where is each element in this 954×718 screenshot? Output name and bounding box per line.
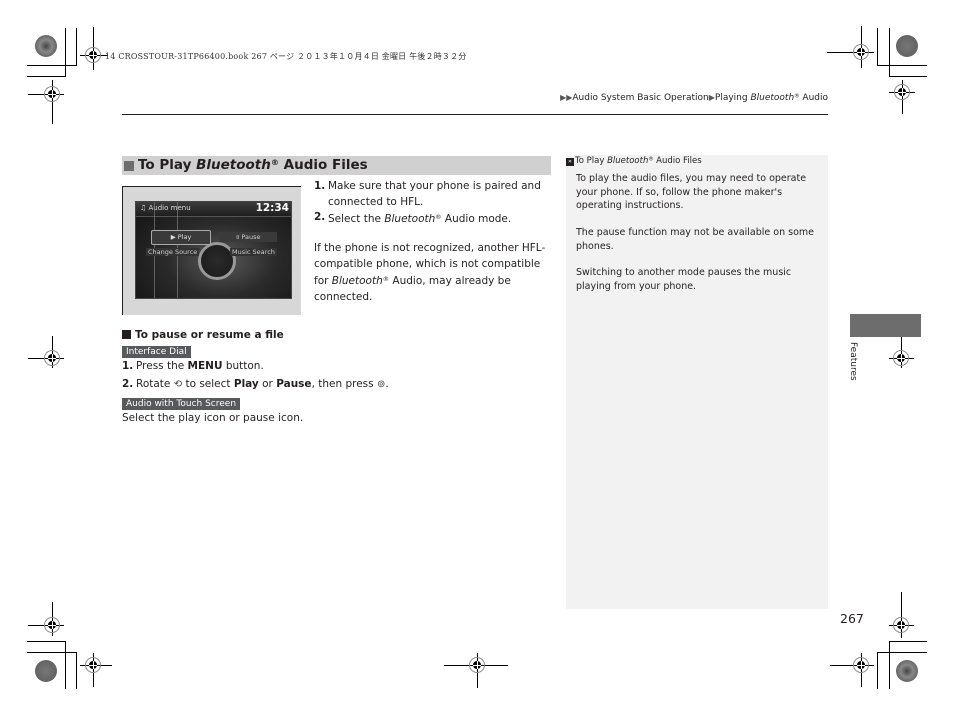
crop-mark xyxy=(889,76,927,77)
square-bullet-icon xyxy=(122,330,131,339)
section-square-icon xyxy=(124,160,134,171)
touch-instruction: Select the play icon or pause icon. xyxy=(122,412,304,424)
change-source-button[interactable]: Change Source xyxy=(146,248,200,256)
breadcrumb-tail: Audio xyxy=(799,93,828,103)
section-title-text: Audio Files xyxy=(278,157,368,174)
step-text: Make sure that your phone is paired and … xyxy=(328,180,541,208)
step-text: or xyxy=(258,377,277,390)
play-ref: Play xyxy=(233,377,259,390)
crop-mark xyxy=(76,652,77,689)
crop-mark xyxy=(889,641,927,642)
touch-screen-tag: Audio with Touch Screen xyxy=(122,398,241,410)
color-target-icon xyxy=(35,660,57,682)
screen-title: ♫ Audio menu xyxy=(140,204,191,212)
rotate-dial-icon: ⟲ xyxy=(173,378,183,390)
crop-mark xyxy=(877,28,878,66)
screen-header: ♫ Audio menu 12:34 xyxy=(136,202,291,217)
step-item: 1. Make sure that your phone is paired a… xyxy=(314,179,554,210)
panel-title-italic: Bluetooth xyxy=(607,156,649,166)
audio-menu-screen: ♫ Audio menu 12:34 ▶ Play ॥ Pause Change… xyxy=(135,201,292,299)
crop-mark xyxy=(877,65,927,66)
panel-paragraph: The pause function may not be available … xyxy=(576,227,815,252)
audio-menu-figure: ♫ Audio menu 12:34 ▶ Play ॥ Pause Change… xyxy=(122,186,301,315)
breadcrumb-item[interactable]: Audio System Basic Operation xyxy=(572,93,708,103)
crop-mark xyxy=(889,28,890,76)
section-title: To Play Bluetooth® Audio Files xyxy=(138,157,368,173)
step-text: Press the xyxy=(136,360,188,372)
reference-arrow-icon: » xyxy=(566,158,574,166)
chapter-tab-label: Features xyxy=(848,342,858,381)
step-item: 2. Select the Bluetooth® Audio mode. xyxy=(314,210,554,228)
crop-mark xyxy=(877,652,927,653)
step-number: 2. xyxy=(122,377,134,390)
note-italic: Bluetooth xyxy=(331,275,383,288)
color-target-icon xyxy=(896,35,918,57)
pause-ref: Pause xyxy=(276,377,312,390)
menu-button-ref: MENU xyxy=(187,360,223,372)
music-search-button[interactable]: Music Search xyxy=(230,248,277,256)
breadcrumb: ▶▶Audio System Basic Operation▶Playing B… xyxy=(560,93,828,103)
print-slug: 14 CROSSTOUR-31TP66400.book 267 ページ ２０１３… xyxy=(105,52,467,61)
play-button[interactable]: ▶ Play xyxy=(151,230,211,245)
color-target-icon xyxy=(35,35,57,57)
step-text: . xyxy=(385,377,389,390)
step-text: button. xyxy=(222,360,264,372)
section-title-bar: To Play Bluetooth® Audio Files xyxy=(122,156,551,175)
panel-paragraph: To play the audio files, you may need to… xyxy=(576,173,807,211)
step-text: Rotate xyxy=(136,377,174,390)
panel-title-text: To Play xyxy=(575,156,608,166)
step-number: 1. xyxy=(122,360,134,372)
pause-subheading: To pause or resume a file xyxy=(122,329,284,341)
step-number: 2. xyxy=(314,211,326,223)
subheading-text: To pause or resume a file xyxy=(135,329,284,341)
chapter-tab[interactable] xyxy=(850,314,921,337)
step-italic: Bluetooth xyxy=(384,213,436,226)
step-text: , then press xyxy=(311,377,377,390)
panel-title: » To Play Bluetooth® Audio Files xyxy=(566,156,702,166)
header-rule xyxy=(122,114,828,115)
clock: 12:34 xyxy=(255,202,289,214)
breadcrumb-italic: Bluetooth xyxy=(750,93,795,103)
crop-mark xyxy=(889,641,890,689)
step-text: Audio mode. xyxy=(441,213,512,226)
side-notes-panel: » To Play Bluetooth® Audio Files To play … xyxy=(566,155,828,609)
step-item: 2. Rotate ⟲ to select Play or Pause, the… xyxy=(122,377,542,393)
step-number: 1. xyxy=(314,180,326,192)
interface-dial-tag: Interface Dial xyxy=(122,346,191,358)
crop-mark xyxy=(27,76,66,77)
music-note-icon: ♫ xyxy=(140,204,149,212)
crop-mark xyxy=(27,641,65,642)
registered-mark: ® xyxy=(270,157,279,168)
compatibility-note: If the phone is not recognized, another … xyxy=(314,241,548,305)
crop-mark xyxy=(76,28,77,66)
step-text: Select the xyxy=(328,213,385,226)
crop-mark xyxy=(877,652,878,689)
crop-mark xyxy=(65,28,66,76)
crop-mark xyxy=(27,65,77,66)
panel-title-text: Audio Files xyxy=(653,156,702,166)
crop-mark xyxy=(65,641,66,689)
page-number: 267 xyxy=(840,611,864,626)
breadcrumb-item[interactable]: Playing xyxy=(715,93,751,103)
pause-steps: 1. Press the MENU button. 2. Rotate ⟲ to… xyxy=(122,359,542,392)
step-text: to select xyxy=(182,377,234,390)
double-arrow-icon: ▶▶ xyxy=(560,93,573,102)
color-target-icon xyxy=(896,660,918,682)
section-title-text: To Play xyxy=(138,157,197,174)
section-title-italic: Bluetooth xyxy=(196,157,271,174)
crop-mark xyxy=(27,652,77,653)
panel-paragraph: Switching to another mode pauses the mus… xyxy=(576,267,792,292)
pause-button[interactable]: ॥ Pause xyxy=(219,232,277,242)
steps-list: 1. Make sure that your phone is paired a… xyxy=(314,179,554,228)
step-item: 1. Press the MENU button. xyxy=(122,359,542,375)
